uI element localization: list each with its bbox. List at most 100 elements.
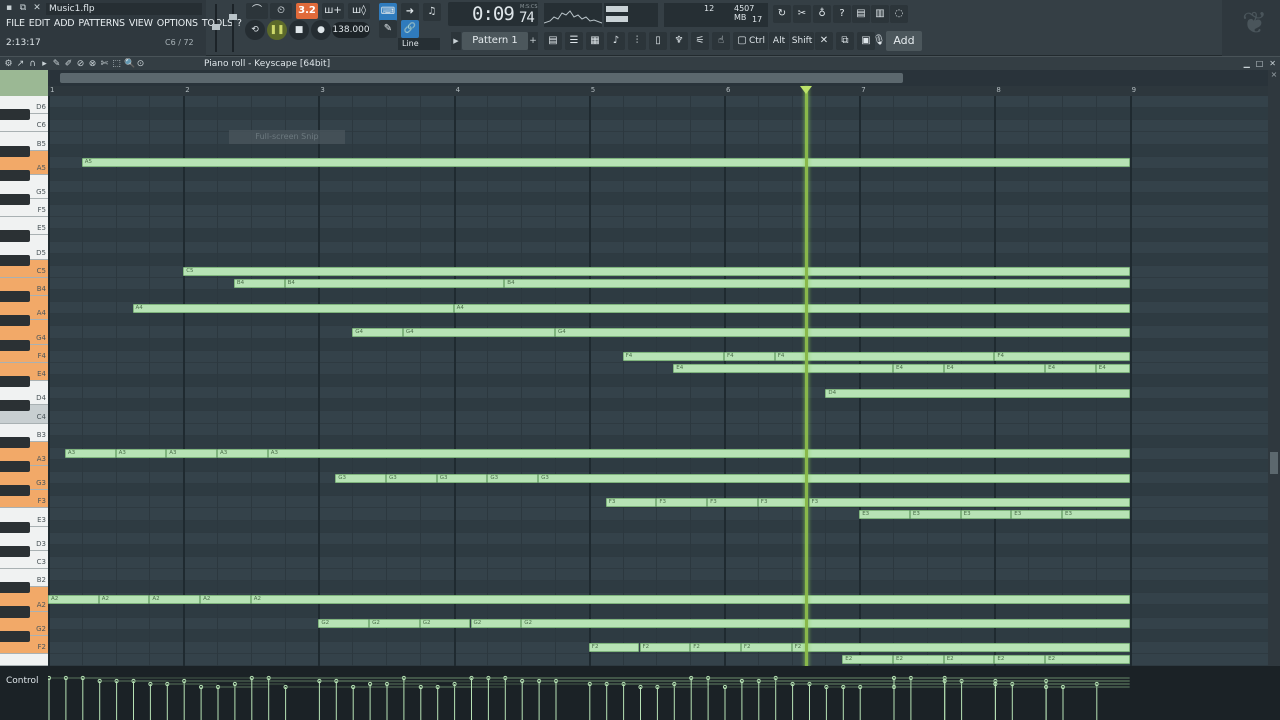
note[interactable]: E4	[1095, 364, 1130, 374]
note[interactable]: E3	[1011, 509, 1062, 519]
note[interactable]: F3	[808, 497, 1130, 507]
browser-icon[interactable]: ▯	[649, 32, 667, 50]
note[interactable]: G2	[419, 619, 471, 629]
note[interactable]: C5	[183, 267, 1130, 277]
close-icon[interactable]: ✕	[32, 3, 42, 13]
note[interactable]: F4	[622, 352, 724, 362]
pencil-icon[interactable]: ✎	[379, 20, 397, 38]
select-tool-icon[interactable]: ⬚	[112, 58, 121, 70]
black-key[interactable]	[0, 315, 30, 327]
metronome-icon[interactable]: ⌒	[246, 3, 268, 19]
song-mode-icon[interactable]: ▤	[544, 32, 562, 50]
playlist-icon[interactable]: ☰	[565, 32, 583, 50]
stop-button[interactable]: ■	[289, 20, 309, 40]
tempo-display[interactable]: 138.000	[332, 22, 370, 38]
note[interactable]: E2	[842, 655, 893, 665]
blend-icon[interactable]: ш◊	[348, 3, 370, 19]
note[interactable]: B4	[233, 279, 285, 289]
piano-roll-icon[interactable]: ♪	[607, 32, 625, 50]
note[interactable]: E3	[1062, 509, 1130, 519]
note[interactable]: F3	[605, 497, 657, 507]
magnet-icon[interactable]: ∩	[28, 58, 37, 70]
audio-output-icon[interactable]: ♫	[423, 3, 441, 21]
restore-icon[interactable]: ⧉	[18, 3, 28, 13]
step-edit-icon[interactable]: ш+	[322, 3, 344, 19]
link-icon[interactable]: 🔗	[401, 20, 419, 38]
note[interactable]: F4	[994, 352, 1130, 362]
play-tool-icon[interactable]: ▸	[40, 58, 49, 70]
snap-select[interactable]: Line	[398, 38, 440, 50]
alt-key[interactable]: Alt	[769, 32, 789, 50]
note[interactable]: F3	[656, 497, 708, 507]
note[interactable]: E3	[909, 509, 961, 519]
minimize-icon[interactable]: ▪	[4, 3, 14, 13]
note[interactable]: F2	[791, 643, 1130, 653]
note[interactable]: G4	[402, 327, 555, 337]
velocity-bars[interactable]	[48, 666, 1268, 720]
slice-tool-icon[interactable]: ✄	[100, 58, 109, 70]
note[interactable]: G3	[386, 473, 437, 483]
black-key[interactable]	[0, 485, 30, 497]
black-key[interactable]	[0, 521, 30, 533]
zoom-icon[interactable]: ×	[1268, 70, 1280, 86]
note[interactable]: A2	[250, 594, 1130, 604]
note[interactable]: G2	[369, 619, 420, 629]
menu-patterns[interactable]: PATTERNS	[76, 17, 126, 30]
note[interactable]: E2	[943, 655, 995, 665]
horizontal-scroll-thumb[interactable]	[60, 73, 903, 83]
note[interactable]: G2	[470, 619, 522, 629]
shift-key[interactable]: Shift	[790, 32, 814, 50]
zoom-tool-icon[interactable]: 🔍	[124, 58, 135, 70]
save-icon[interactable]: ▤	[852, 5, 870, 23]
plugin-picker-icon[interactable]: ♆	[670, 32, 688, 50]
control-label[interactable]: Control	[6, 676, 39, 686]
mute-tool-icon[interactable]: ⊗	[88, 58, 97, 70]
note[interactable]: F4	[724, 352, 775, 362]
note[interactable]: G3	[335, 473, 386, 483]
pattern-add-button[interactable]: +	[528, 32, 538, 50]
note[interactable]: G3	[538, 473, 1130, 483]
play-pause-button[interactable]: ❚❚	[267, 20, 287, 40]
note[interactable]: E2	[893, 655, 944, 665]
note[interactable]: F3	[707, 497, 758, 507]
note-grid[interactable]: A5 C5 B4 B4 B4 A4 A4 G4 G4 G4 F4 F4 F4 F4 E4 E4 E4 E4 E4 D4…	[48, 96, 1268, 666]
note[interactable]: E4	[943, 364, 1046, 374]
vertical-scroll[interactable]	[1268, 86, 1280, 666]
minimize-icon[interactable]: ▁	[1244, 58, 1250, 70]
pattern-prev-button[interactable]: ▶	[451, 32, 461, 50]
mixer-icon[interactable]: ⫶	[628, 32, 646, 50]
note[interactable]: E4	[673, 364, 893, 374]
tools-icon[interactable]: ✂	[793, 5, 811, 23]
note[interactable]: F2	[690, 643, 741, 653]
note[interactable]: A5	[81, 158, 1130, 168]
timeline-ruler[interactable]: 1 2 3 4 5 6 7 8 9	[48, 86, 1268, 96]
channel-rack-icon[interactable]: ▦	[586, 32, 604, 50]
black-key[interactable]	[0, 582, 30, 594]
note[interactable]: A3	[217, 449, 268, 459]
black-key[interactable]	[0, 375, 30, 388]
note[interactable]: F2	[639, 643, 691, 653]
pattern-selector[interactable]: Pattern 1	[462, 32, 528, 50]
pencil-tool-icon[interactable]: ✎	[52, 58, 61, 70]
black-key[interactable]	[0, 630, 30, 642]
note[interactable]: F3	[757, 497, 809, 507]
note[interactable]: E2	[994, 655, 1046, 665]
black-key[interactable]	[0, 606, 30, 618]
black-key[interactable]	[0, 145, 30, 157]
help-icon[interactable]: ?	[833, 5, 851, 23]
typing-keyboard-icon[interactable]: ⌨	[379, 3, 397, 21]
plug-icon[interactable]: ⚟	[691, 32, 709, 50]
arrow-icon[interactable]: ➜	[401, 3, 419, 21]
note[interactable]: B4	[504, 279, 1130, 289]
note[interactable]: G2	[521, 619, 1130, 629]
master-volume-slider[interactable]	[212, 4, 220, 52]
add-button[interactable]: Add	[886, 31, 922, 51]
piano-keyboard[interactable]: F2 G2 A2 B2 C3 D3 E3 F3 G3 A3 B3 C4 D4 E4 F4 G4 A4 B4 C5 D5…	[0, 96, 48, 666]
note[interactable]: B4	[284, 279, 505, 289]
note[interactable]: A4	[453, 303, 1130, 313]
playhead-marker[interactable]	[800, 86, 813, 94]
countdown-icon[interactable]: ⏲	[270, 3, 292, 19]
note[interactable]: A2	[98, 594, 150, 604]
note[interactable]: E3	[960, 509, 1012, 519]
render-icon[interactable]: ▥	[871, 5, 889, 23]
